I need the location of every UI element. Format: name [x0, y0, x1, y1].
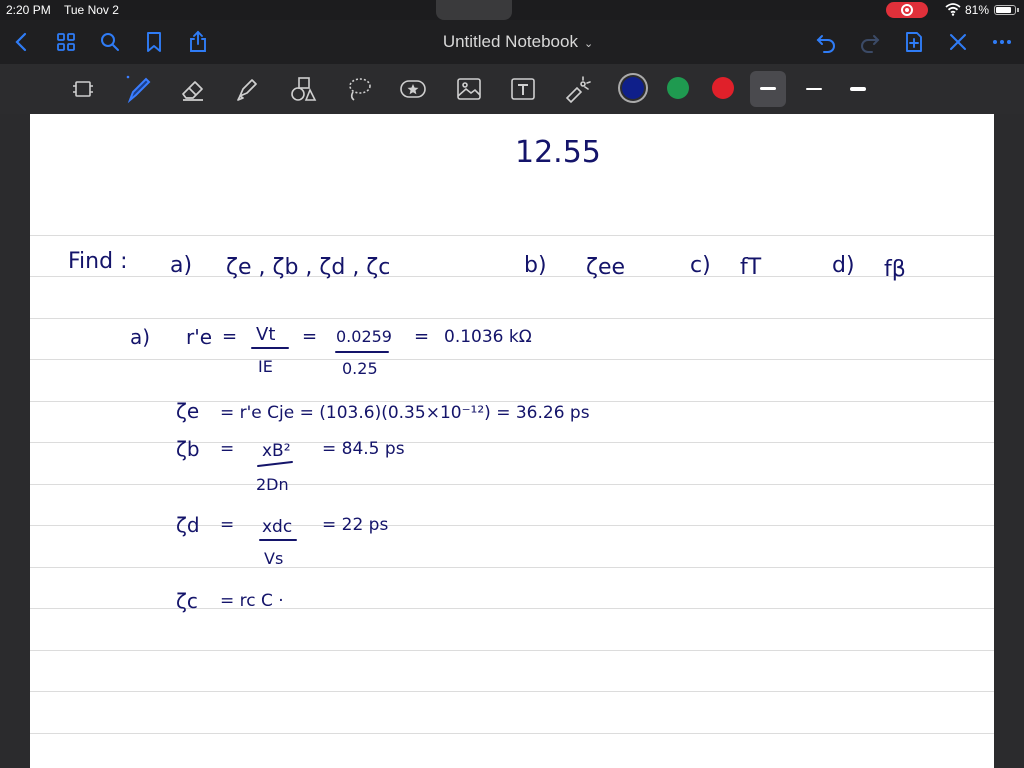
tau-b-numerator: xB²	[262, 441, 291, 461]
tau-d-eq: =	[220, 515, 234, 535]
tau-b-lhs: ζb	[176, 437, 200, 461]
more-icon[interactable]	[990, 30, 1014, 54]
find-d-label: d)	[832, 253, 855, 278]
re-result: 0.1036 kΩ	[444, 327, 532, 347]
status-time: 2:20 PM	[6, 3, 51, 17]
find-d-item: fβ	[884, 257, 906, 282]
re-eq: =	[222, 326, 237, 347]
stroke-fine-bar	[760, 87, 776, 90]
tau-c-rhs: = rc C ·	[220, 591, 284, 611]
color-swatch-blue[interactable]	[622, 77, 644, 99]
notebook-page[interactable]: 12.55 Find : a) ζe , ζb , ζd , ζc b) ζee…	[30, 114, 994, 768]
find-b-label: b)	[524, 253, 547, 278]
highlighter-icon[interactable]	[232, 74, 262, 104]
find-b-item: ζee	[586, 255, 625, 280]
battery-fill	[996, 7, 1011, 13]
battery-tip	[1017, 8, 1019, 12]
undo-icon[interactable]	[814, 30, 838, 54]
re-denominator: IE	[258, 357, 273, 376]
handwriting-layer: 12.55 Find : a) ζe , ζb , ζd , ζc b) ζee…	[68, 135, 906, 613]
status-bar: 2:20 PM Tue Nov 2 81%	[0, 0, 1024, 20]
find-c-item: fT	[740, 255, 762, 280]
stroke-width-fine[interactable]	[750, 71, 786, 107]
close-icon[interactable]	[946, 30, 970, 54]
tau-d-numerator: xdc	[262, 517, 292, 537]
laser-pointer-icon[interactable]	[562, 74, 592, 104]
status-date: Tue Nov 2	[64, 3, 119, 17]
color-swatch-red[interactable]	[712, 77, 734, 99]
chevron-down-icon: ⌄	[583, 38, 594, 50]
redo-icon[interactable]	[858, 30, 882, 54]
re-lhs: r'e	[186, 325, 212, 349]
lasso-icon[interactable]	[344, 74, 374, 104]
find-c-label: c)	[690, 253, 711, 278]
tau-c-lhs: ζc	[176, 589, 198, 613]
find-a-label: a)	[170, 253, 192, 278]
drawing-toolbar	[0, 64, 1024, 114]
part-a-label: a)	[130, 325, 150, 349]
battery-percent: 81%	[965, 3, 990, 17]
notebook-canvas[interactable]: 12.55 Find : a) ζe , ζb , ζd , ζc b) ζee…	[0, 114, 1024, 768]
stroke-medium-bar	[806, 88, 822, 90]
re-numerator: Vt	[256, 324, 275, 345]
image-icon[interactable]	[454, 74, 484, 104]
re-eq3: =	[414, 326, 429, 347]
problem-number: 12.55	[515, 135, 601, 170]
notebook-title: Untitled Notebook	[442, 32, 578, 51]
tau-b-eq: =	[220, 439, 234, 459]
find-label: Find :	[68, 249, 127, 274]
find-a-items: ζe , ζb , ζd , ζc	[226, 255, 390, 280]
tau-e-lhs: ζe	[176, 399, 199, 423]
tau-d-result: = 22 ps	[322, 515, 388, 535]
re-eq2: =	[302, 326, 317, 347]
wifi-icon	[945, 3, 961, 16]
tau-b-denominator: 2Dn	[256, 475, 289, 494]
re-denominator2: 0.25	[342, 359, 378, 378]
stroke-thick-bar	[850, 87, 866, 91]
tau-d-denominator: Vs	[264, 549, 283, 568]
add-page-icon[interactable]	[902, 30, 926, 54]
screen-recording-indicator[interactable]	[886, 2, 928, 18]
tau-b-fraction-bar	[257, 461, 293, 467]
sticker-icon[interactable]	[398, 74, 428, 104]
stroke-width-thick[interactable]	[840, 71, 876, 107]
stroke-width-medium[interactable]	[796, 71, 832, 107]
pen-icon[interactable]	[124, 74, 154, 104]
tau-b-result: = 84.5 ps	[322, 439, 405, 459]
camera-pill	[436, 0, 512, 20]
text-icon[interactable]	[508, 74, 538, 104]
tau-d-lhs: ζd	[176, 513, 200, 537]
eraser-icon[interactable]	[178, 74, 208, 104]
nav-bar: Untitled Notebook ⌄	[0, 20, 1024, 64]
tau-e-rhs: = r'e Cje = (103.6)(0.35×10⁻¹²) = 36.26 …	[220, 403, 590, 423]
battery-icon	[994, 5, 1016, 15]
lasso-page-icon[interactable]	[68, 74, 98, 104]
record-icon	[901, 4, 913, 16]
color-swatch-green[interactable]	[667, 77, 689, 99]
re-numerator2: 0.0259	[336, 327, 392, 346]
shapes-icon[interactable]	[288, 74, 318, 104]
